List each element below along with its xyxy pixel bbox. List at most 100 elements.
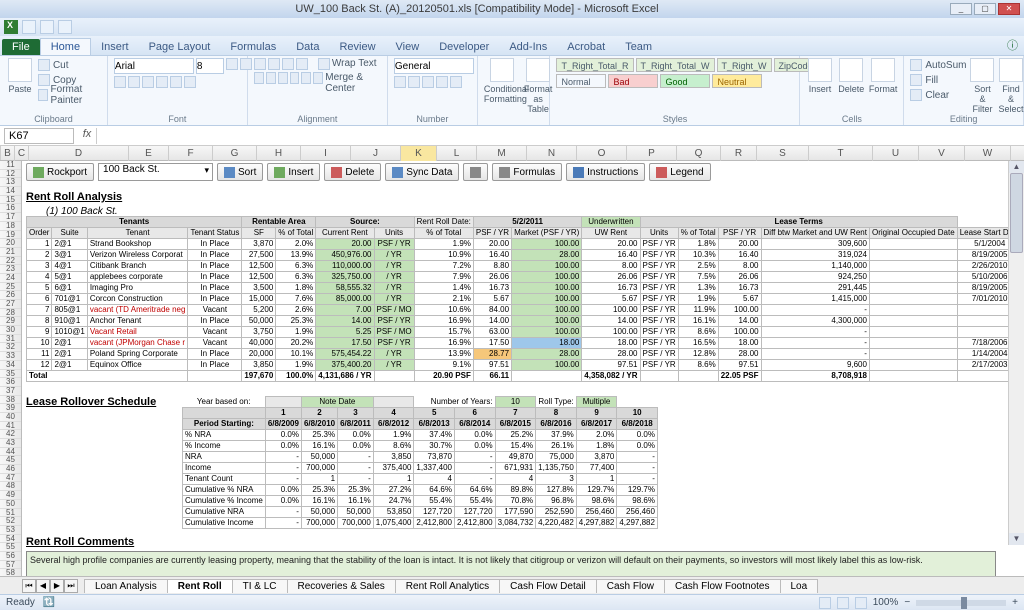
- table-row[interactable]: 45@1applebees corporateIn Place12,5006.3…: [27, 272, 1024, 283]
- maximize-button[interactable]: ▢: [974, 3, 996, 15]
- bold-icon[interactable]: [114, 76, 126, 88]
- table-row[interactable]: 23@1Verizon Wireless CorporatIn Place27,…: [27, 250, 1024, 261]
- table-row[interactable]: Cumulative % Income0.0%16.1%16.1%24.7%55…: [183, 496, 658, 507]
- table-row[interactable]: % Income0.0%16.1%0.0%8.6%30.7%0.0%15.4%2…: [183, 441, 658, 452]
- close-button[interactable]: ✕: [998, 3, 1020, 15]
- col-header[interactable]: R: [721, 146, 757, 161]
- tab-formulas[interactable]: Formulas: [220, 39, 286, 55]
- table-row[interactable]: 8910@1Anchor TenantIn Place50,00025.3%14…: [27, 316, 1024, 327]
- sheet-tab[interactable]: Rent Roll: [167, 579, 233, 593]
- insert-cells-button[interactable]: Insert: [806, 58, 833, 94]
- col-header[interactable]: H: [257, 146, 301, 161]
- fill-button[interactable]: Fill: [910, 73, 966, 87]
- border-icon[interactable]: [156, 76, 168, 88]
- align-top-icon[interactable]: [254, 58, 266, 70]
- print-button[interactable]: [463, 163, 488, 181]
- align-center-icon[interactable]: [266, 72, 276, 84]
- table-row[interactable]: 7805@1vacant (TD Ameritrade negVacant5,2…: [27, 305, 1024, 316]
- delete-button[interactable]: Delete: [324, 163, 381, 181]
- sync-data-button[interactable]: Sync Data: [385, 163, 459, 181]
- legend-button[interactable]: Legend: [649, 163, 710, 181]
- paste-button[interactable]: Paste: [6, 58, 34, 94]
- view-normal-icon[interactable]: [819, 597, 831, 609]
- format-cells-button[interactable]: Format: [869, 58, 898, 94]
- font-size-input[interactable]: [196, 58, 224, 74]
- table-row[interactable]: 6701@1Corcon ConstructionIn Place15,0007…: [27, 294, 1024, 305]
- fill-color-icon[interactable]: [170, 76, 182, 88]
- percent-icon[interactable]: [408, 76, 420, 88]
- underline-icon[interactable]: [142, 76, 154, 88]
- style-swatch[interactable]: T_Right_W: [717, 58, 772, 72]
- align-right-icon[interactable]: [278, 72, 288, 84]
- style-swatch[interactable]: T_Right_Total_R: [556, 58, 633, 72]
- sort-filter-button[interactable]: Sort & Filter: [970, 58, 994, 114]
- table-row[interactable]: 12@1Strand BookshopIn Place3,8702.0%20.0…: [27, 239, 1024, 250]
- sheet-tab[interactable]: TI & LC: [232, 579, 288, 593]
- tab-review[interactable]: Review: [329, 39, 385, 55]
- sheet-tab[interactable]: Loan Analysis: [84, 579, 168, 593]
- table-row[interactable]: 91010@1Vacant RetailVacant3,7501.9%5.25P…: [27, 327, 1024, 338]
- sheet-tab[interactable]: Cash Flow: [596, 579, 665, 593]
- zoom-slider[interactable]: [916, 600, 1006, 606]
- style-bad[interactable]: Bad: [608, 74, 658, 88]
- tab-data[interactable]: Data: [286, 39, 329, 55]
- sheet-tab[interactable]: Recoveries & Sales: [287, 579, 396, 593]
- view-layout-icon[interactable]: [837, 597, 849, 609]
- align-left-icon[interactable]: [254, 72, 264, 84]
- zoom-in-button[interactable]: +: [1012, 597, 1018, 608]
- conditional-formatting-button[interactable]: Conditional Formatting: [484, 58, 520, 104]
- col-header[interactable]: E: [129, 146, 169, 161]
- cut-button[interactable]: Cut: [38, 58, 101, 72]
- nav-next-icon[interactable]: ▶: [50, 579, 64, 593]
- orientation-icon[interactable]: [296, 58, 308, 70]
- table-row[interactable]: Cumulative % NRA0.0%25.3%25.3%27.2%64.6%…: [183, 485, 658, 496]
- tab-file[interactable]: File: [2, 39, 40, 55]
- comments-box[interactable]: Several high profile companies are curre…: [26, 551, 996, 579]
- sheet-tab[interactable]: Loa: [780, 579, 819, 593]
- qat-save-icon[interactable]: [22, 20, 36, 34]
- name-box[interactable]: K67: [4, 128, 74, 144]
- rockport-button[interactable]: Rockport: [26, 163, 94, 181]
- tab-addins[interactable]: Add-Ins: [499, 39, 557, 55]
- tab-insert[interactable]: Insert: [91, 39, 139, 55]
- table-row[interactable]: Income-700,000-375,4001,337,400-671,9311…: [183, 463, 658, 474]
- italic-icon[interactable]: [128, 76, 140, 88]
- nav-prev-icon[interactable]: ◀: [36, 579, 50, 593]
- dec-dec-icon[interactable]: [450, 76, 462, 88]
- style-swatch[interactable]: T_Right_Total_W: [636, 58, 715, 72]
- number-format-select[interactable]: [394, 58, 474, 74]
- tab-page-layout[interactable]: Page Layout: [139, 39, 221, 55]
- nav-last-icon[interactable]: ⏭: [64, 579, 78, 593]
- col-header[interactable]: C: [15, 146, 29, 161]
- align-mid-icon[interactable]: [268, 58, 280, 70]
- col-header[interactable]: L: [437, 146, 477, 161]
- col-header[interactable]: F: [169, 146, 213, 161]
- instructions-button[interactable]: Instructions: [566, 163, 645, 181]
- sheet-tab[interactable]: Rent Roll Analytics: [395, 579, 500, 593]
- col-header[interactable]: G: [213, 146, 257, 161]
- col-header[interactable]: U: [873, 146, 919, 161]
- tab-view[interactable]: View: [386, 39, 430, 55]
- tab-team[interactable]: Team: [615, 39, 662, 55]
- table-row[interactable]: Cumulative Income-700,000700,0001,075,40…: [183, 518, 658, 529]
- delete-cells-button[interactable]: Delete: [838, 58, 865, 94]
- table-row[interactable]: % NRA0.0%25.3%0.0%1.9%37.4%0.0%25.2%37.9…: [183, 430, 658, 441]
- find-select-button[interactable]: Find & Select: [998, 58, 1023, 114]
- table-row[interactable]: 122@1Equinox OfficeIn Place3,8501.9%375,…: [27, 360, 1024, 371]
- table-row[interactable]: 34@1Citibank BranchIn Place12,5006.3%110…: [27, 261, 1024, 272]
- table-row[interactable]: Cumulative NRA-50,00050,00053,850127,720…: [183, 507, 658, 518]
- format-painter-button[interactable]: Format Painter: [38, 88, 101, 102]
- indent-dec-icon[interactable]: [290, 72, 300, 84]
- zoom-out-button[interactable]: −: [904, 597, 910, 608]
- style-neutral[interactable]: Neutral: [712, 74, 762, 88]
- scroll-up-icon[interactable]: ▲: [1009, 161, 1024, 173]
- col-header[interactable]: P: [627, 146, 677, 161]
- vertical-scrollbar[interactable]: ▲ ▼: [1008, 161, 1024, 545]
- col-header[interactable]: O: [577, 146, 627, 161]
- col-header[interactable]: M: [477, 146, 527, 161]
- format-as-table-button[interactable]: Format as Table: [524, 58, 553, 114]
- tab-home[interactable]: Home: [40, 38, 91, 55]
- table-row[interactable]: 56@1Imaging ProIn Place3,5001.8%58,555.3…: [27, 283, 1024, 294]
- insert-button[interactable]: Insert: [267, 163, 320, 181]
- col-header[interactable]: Q: [677, 146, 721, 161]
